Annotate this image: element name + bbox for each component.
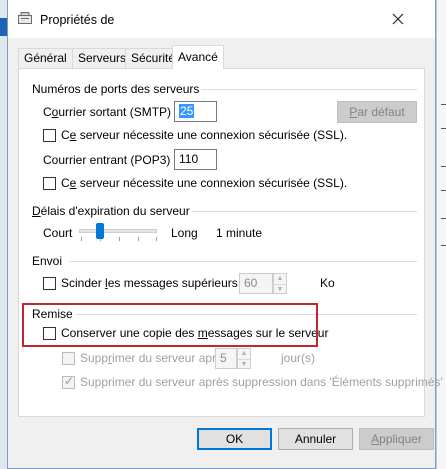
timeout-value: 1 minute <box>216 226 263 240</box>
timeout-slider-track[interactable] <box>79 229 157 233</box>
properties-dialog: Propriétés de Général Serveurs Sécurité … <box>7 0 443 469</box>
remove-deleted-checkbox[interactable]: ✓ <box>62 374 75 389</box>
timeout-group-label: Délais d'expiration du serveur <box>32 204 192 218</box>
ports-group-label: Numéros de ports des serveurs <box>32 82 202 96</box>
pop3-port-input[interactable]: 110 <box>174 149 217 170</box>
slider-tick <box>119 237 120 241</box>
split-messages-checkbox[interactable] <box>43 277 56 290</box>
highlight-box <box>22 303 318 347</box>
spin-up-icon[interactable]: ▲ <box>274 274 286 284</box>
remove-after-unit: jour(s) <box>281 351 316 365</box>
background-window-right <box>436 0 446 469</box>
timeout-slider-thumb[interactable] <box>95 223 104 239</box>
close-icon[interactable] <box>391 12 405 26</box>
smtp-label: Courrier sortant (SMTP) : <box>43 105 178 119</box>
spin-down-icon[interactable]: ▼ <box>274 283 286 294</box>
timeout-long-label: Long <box>171 226 198 240</box>
tab-servers[interactable]: Serveurs <box>72 48 126 68</box>
account-icon <box>18 12 32 24</box>
split-size-unit: Ko <box>320 276 335 290</box>
split-size-input[interactable]: 60 <box>239 273 273 294</box>
pop3-label: Courrier entrant (POP3) : <box>43 153 178 167</box>
ssl-pop3-checkbox[interactable] <box>43 177 56 190</box>
tab-security[interactable]: Sécurité <box>125 48 175 68</box>
checkmark-icon: ✓ <box>64 374 75 388</box>
spin-up-icon[interactable]: ▲ <box>238 349 250 359</box>
ssl-smtp-checkbox[interactable] <box>43 129 56 142</box>
spin-down-icon[interactable]: ▼ <box>238 358 250 369</box>
slider-tick <box>138 237 139 241</box>
default-button[interactable]: Par défaut <box>337 101 417 123</box>
remove-after-label: Supprimer du serveur après <box>80 351 229 365</box>
cancel-button[interactable]: Annuler <box>278 428 353 450</box>
remove-after-checkbox[interactable] <box>62 352 75 365</box>
ssl-smtp-label: Ce serveur nécessite une connexion sécur… <box>61 128 348 142</box>
split-messages-label: Scinder les messages supérieurs à <box>61 276 248 290</box>
tab-general[interactable]: Général <box>18 48 73 68</box>
split-size-spinner[interactable]: ▲ ▼ <box>273 273 287 294</box>
apply-button[interactable]: Appliquer <box>359 428 434 450</box>
dialog-title: Propriétés de <box>40 13 115 27</box>
ok-button[interactable]: OK <box>197 428 272 450</box>
slider-tick <box>81 237 82 241</box>
smtp-port-input[interactable]: 25 <box>174 101 217 122</box>
send-group-label: Envoi <box>32 254 65 268</box>
group-divider <box>69 261 417 262</box>
title-bar: Propriétés de <box>8 0 435 38</box>
timeout-short-label: Court <box>43 226 73 240</box>
group-divider <box>169 89 417 90</box>
slider-tick <box>156 237 157 241</box>
remove-after-spinner[interactable]: ▲ ▼ <box>237 348 251 369</box>
remove-deleted-label: Supprimer du serveur après suppression d… <box>80 375 443 389</box>
tab-advanced[interactable]: Avancé <box>172 45 224 69</box>
tab-panel-advanced: Numéros de ports des serveurs Courrier s… <box>18 68 443 417</box>
group-divider <box>179 211 417 212</box>
ssl-pop3-label: Ce serveur nécessite une connexion sécur… <box>61 176 348 190</box>
remove-after-days-input[interactable]: 5 <box>215 348 237 369</box>
